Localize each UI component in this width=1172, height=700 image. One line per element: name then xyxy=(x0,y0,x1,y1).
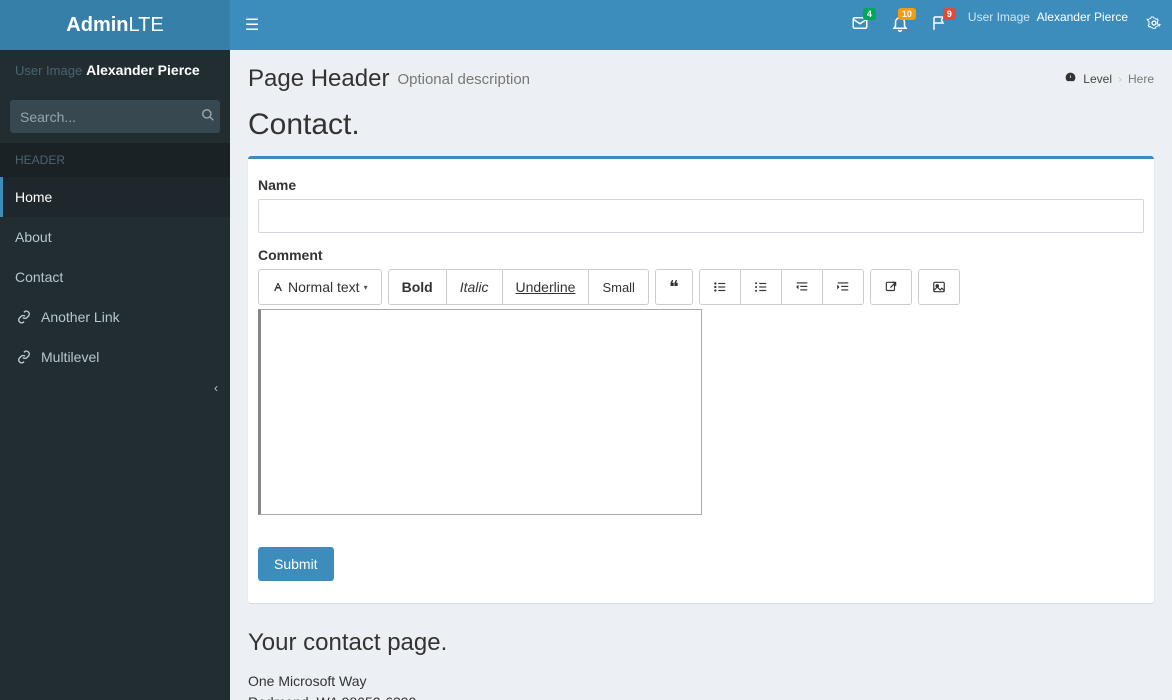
topbar-flag[interactable]: 9 xyxy=(920,14,960,37)
quote-icon: ❝ xyxy=(669,278,679,296)
sidebar: AdminLTE User Image Alexander Pierce HEA… xyxy=(0,0,230,700)
name-input[interactable] xyxy=(258,199,1144,233)
content: Contact. Name Comment Normal text ▾ xyxy=(230,93,1172,700)
indent-button[interactable] xyxy=(822,270,863,304)
font-style-dropdown[interactable]: Normal text ▾ xyxy=(259,270,381,304)
topbar: ☰ 4 10 9 User Image Alexander Pierce . xyxy=(230,0,1172,50)
comment-editor[interactable] xyxy=(258,309,702,515)
link-icon xyxy=(15,309,33,325)
search-input[interactable] xyxy=(20,109,201,125)
link-button[interactable] xyxy=(871,270,911,304)
search-icon[interactable] xyxy=(201,108,215,125)
dashboard-icon xyxy=(1064,71,1077,87)
submit-button[interactable]: Submit xyxy=(258,547,334,581)
font-icon xyxy=(272,280,284,294)
address: One Microsoft Way Redmond, WA 98052-6399 xyxy=(248,671,1154,700)
sidebar-user-name: Alexander Pierce xyxy=(86,62,200,78)
breadcrumb: Level › Here xyxy=(1064,71,1154,87)
flag-badge: 9 xyxy=(943,8,956,21)
sidebar-expander-icon[interactable]: ‹ xyxy=(0,377,230,399)
sidebar-item-about[interactable]: About xyxy=(0,217,230,257)
bell-badge: 10 xyxy=(898,8,916,21)
underline-button[interactable]: Underline xyxy=(502,270,589,304)
gear-icon[interactable] xyxy=(1136,15,1172,35)
sidebar-item-multilevel[interactable]: Multilevel xyxy=(0,337,230,377)
content-header: Page Header Optional description Level ›… xyxy=(230,50,1172,93)
topbar-bell[interactable]: 10 xyxy=(880,14,920,37)
quote-button[interactable]: ❝ xyxy=(656,270,692,304)
breadcrumb-here: Here xyxy=(1128,72,1154,86)
breadcrumb-level[interactable]: Level xyxy=(1083,72,1112,86)
page-title: Page Header xyxy=(248,65,389,93)
mail-badge: 4 xyxy=(863,8,876,21)
sidebar-item-home[interactable]: Home xyxy=(0,177,230,217)
contact-form-box: Name Comment Normal text ▾ Bold I xyxy=(248,156,1154,603)
sidebar-search[interactable] xyxy=(10,100,220,133)
sidebar-item-contact[interactable]: Contact xyxy=(0,257,230,297)
user-image-label: User Image xyxy=(15,63,82,78)
sidebar-toggle-icon[interactable]: ☰ xyxy=(230,15,274,35)
brand-logo[interactable]: AdminLTE xyxy=(0,0,230,50)
editor-toolbar: Normal text ▾ Bold Italic Underline Smal… xyxy=(258,269,1144,305)
small-button[interactable]: Small xyxy=(588,270,648,304)
topbar-user[interactable]: User Image Alexander Pierce . xyxy=(960,10,1136,40)
comment-label: Comment xyxy=(258,247,1144,263)
bold-button[interactable]: Bold xyxy=(389,270,446,304)
contact-heading: Contact. xyxy=(248,108,1154,142)
image-button[interactable] xyxy=(919,270,959,304)
outdent-button[interactable] xyxy=(781,270,822,304)
page-subtitle: Optional description xyxy=(397,71,530,88)
topbar-user-image-label: User Image Alexander Pierce xyxy=(968,10,1128,25)
sidebar-menu: Home About Contact Another Link Multilev… xyxy=(0,177,230,377)
name-label: Name xyxy=(258,177,1144,193)
caret-down-icon: ▾ xyxy=(364,283,368,292)
sidebar-item-another-link[interactable]: Another Link xyxy=(0,297,230,337)
ul-button[interactable] xyxy=(700,270,740,304)
sidebar-menu-header: HEADER xyxy=(0,143,230,177)
contact-page-heading: Your contact page. xyxy=(248,629,1154,657)
main: ☰ 4 10 9 User Image Alexander Pierce . P… xyxy=(230,0,1172,700)
link-icon xyxy=(15,349,33,365)
sidebar-user-panel: User Image Alexander Pierce xyxy=(0,50,230,90)
ol-button[interactable] xyxy=(740,270,781,304)
topbar-mail[interactable]: 4 xyxy=(840,14,880,37)
italic-button[interactable]: Italic xyxy=(446,270,502,304)
